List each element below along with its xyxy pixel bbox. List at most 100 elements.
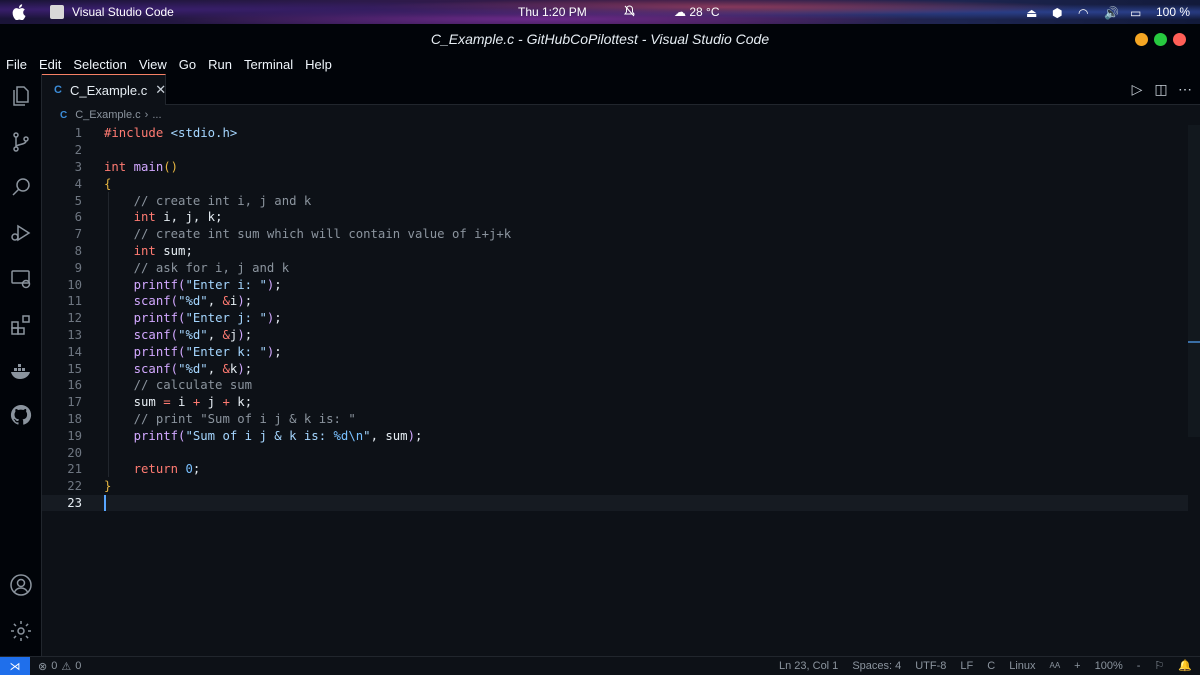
weather-temp: 28 °C — [689, 5, 720, 19]
zoom-in-button[interactable]: + — [1074, 660, 1080, 672]
code-line: 21 return 0; — [67, 462, 201, 477]
code-line: 11 scanf("%d", &i); — [67, 294, 253, 309]
search-icon[interactable] — [8, 174, 34, 200]
code-line: 4{ — [74, 176, 112, 191]
window-title-bar: C_Example.c - GitHubCoPilottest - Visual… — [0, 24, 1200, 54]
system-tray: ⏏ ⬢ ◠ 🔊 ▭ 100 % — [1026, 5, 1190, 20]
code-line: 7 // create int sum which will contain v… — [74, 227, 512, 242]
text-cursor — [104, 495, 106, 511]
menu-view[interactable]: View — [133, 57, 173, 72]
shield-icon[interactable]: ⬢ — [1052, 6, 1064, 20]
breadcrumb-file[interactable]: C_Example.c — [75, 109, 140, 121]
explorer-icon[interactable] — [8, 83, 34, 109]
os-menu-bar: Visual Studio Code Thu 1:20 PM ☁ 28 °C ⏏… — [0, 0, 1200, 24]
maximize-button[interactable] — [1154, 33, 1167, 46]
menu-go[interactable]: Go — [173, 57, 202, 72]
run-file-icon[interactable]: ▷ — [1130, 81, 1144, 97]
split-editor-icon[interactable]: ◫ — [1154, 81, 1168, 97]
notifications-bell-icon[interactable]: 🔔 — [1178, 659, 1192, 672]
close-window-button[interactable] — [1173, 33, 1186, 46]
problems-indicator[interactable]: ⊗ 0 ⚠ 0 — [38, 660, 81, 673]
code-line: 9 // ask for i, j and k — [74, 260, 290, 275]
code-line: 6 int i, j, k; — [74, 210, 223, 225]
scrollbar-cursor-marker — [1188, 341, 1200, 343]
remote-explorer-icon[interactable] — [8, 266, 34, 292]
menu-run[interactable]: Run — [202, 57, 238, 72]
vscode-app-icon — [50, 5, 64, 19]
source-control-icon[interactable] — [8, 129, 34, 155]
editor-tab-bar: C C_Example.c ✕ ▷ ◫ ⋯ — [42, 74, 1200, 105]
code-line: 8 int sum; — [74, 243, 193, 258]
error-count: 0 — [51, 660, 58, 672]
minimize-button[interactable] — [1135, 33, 1148, 46]
breadcrumb: C C_Example.c › ... — [42, 105, 1200, 125]
extensions-icon[interactable] — [8, 312, 34, 338]
notification-bell-icon[interactable] — [624, 5, 635, 17]
run-debug-icon[interactable] — [8, 220, 34, 246]
feedback-icon[interactable]: ⚐ — [1154, 659, 1164, 672]
code-line: 20 — [67, 445, 82, 460]
menu-edit[interactable]: Edit — [33, 57, 67, 72]
activity-bar — [0, 74, 42, 656]
warning-count: 0 — [75, 660, 82, 672]
account-icon[interactable] — [8, 572, 34, 598]
end-of-line[interactable]: LF — [960, 660, 973, 672]
code-line: 15 scanf("%d", &k); — [67, 361, 253, 376]
cursor-position[interactable]: Ln 23, Col 1 — [779, 660, 838, 672]
apple-icon[interactable] — [12, 4, 26, 20]
code-line: 14 printf("Enter k: "); — [67, 344, 282, 359]
window-controls — [1135, 33, 1186, 46]
battery-icon[interactable]: ▭ — [1130, 6, 1142, 20]
code-line: 12 printf("Enter j: "); — [67, 311, 282, 326]
volume-icon[interactable]: 🔊 — [1104, 6, 1119, 20]
eject-icon[interactable]: ⏏ — [1026, 6, 1038, 20]
warning-icon: ⚠ — [61, 660, 72, 673]
encoding[interactable]: UTF-8 — [915, 660, 946, 672]
code-line: 22} — [67, 479, 112, 494]
code-line: 18 // print "Sum of i j & k is: " — [67, 411, 356, 426]
tab-label: C_Example.c — [69, 82, 148, 98]
menu-terminal[interactable]: Terminal — [238, 57, 299, 72]
settings-gear-icon[interactable] — [8, 618, 34, 644]
editor-actions: ▷ ◫ ⋯ — [1130, 81, 1192, 97]
github-icon[interactable] — [8, 402, 34, 428]
window-title: C_Example.c - GitHubCoPilottest - Visual… — [430, 31, 770, 47]
docker-icon[interactable] — [8, 358, 34, 384]
remote-indicator-icon[interactable]: ⋊ — [0, 656, 30, 675]
code-line: 16 // calculate sum — [67, 378, 253, 393]
menu-help[interactable]: Help — [299, 57, 338, 72]
code-line: 3 int main() — [74, 159, 179, 174]
platform[interactable]: Linux — [1009, 660, 1035, 672]
wifi-icon[interactable]: ◠ — [1078, 6, 1090, 20]
c-file-icon: C — [54, 84, 62, 96]
vertical-scrollbar[interactable] — [1188, 125, 1200, 437]
error-icon: ⊗ — [38, 660, 48, 673]
language-mode[interactable]: C — [987, 660, 995, 672]
zoom-level[interactable]: 100% — [1095, 660, 1123, 672]
code-line: 1 #include <stdio.h> — [74, 126, 238, 141]
code-line: 19 printf("Sum of i j & k is: %d\n", sum… — [67, 428, 423, 443]
code-line: 13 scanf("%d", &j); — [67, 327, 253, 342]
breadcrumb-symbols[interactable]: ... — [152, 109, 161, 121]
more-actions-icon[interactable]: ⋯ — [1178, 81, 1192, 97]
close-icon[interactable]: ✕ — [155, 82, 166, 98]
code-line: 10 printf("Enter i: "); — [67, 277, 282, 292]
indentation[interactable]: Spaces: 4 — [852, 660, 901, 672]
active-app-name[interactable]: Visual Studio Code — [72, 5, 174, 19]
c-file-icon: C — [60, 109, 68, 121]
code-line: 5 // create int i, j and k — [74, 193, 312, 208]
status-bar: ⋊ ⊗ 0 ⚠ 0 Ln 23, Col 1 Spaces: 4 UTF-8 L… — [0, 656, 1200, 675]
tab-c-example[interactable]: C C_Example.c ✕ — [42, 74, 166, 105]
current-code-line: 23 — [42, 494, 1188, 512]
menu-selection[interactable]: Selection — [67, 57, 132, 72]
code-line: 2 — [74, 143, 82, 158]
weather-indicator[interactable]: ☁ 28 °C — [674, 5, 720, 19]
zoom-out-button[interactable]: - — [1137, 660, 1141, 672]
code-editor[interactable]: 1 #include <stdio.h> 2 3 int main() 4{ 5 /… — [42, 125, 1188, 656]
app-menu-bar: File Edit Selection View Go Run Terminal… — [0, 54, 1200, 74]
font-size-indicator[interactable]: AA — [1050, 661, 1061, 670]
clock[interactable]: Thu 1:20 PM — [518, 5, 587, 19]
status-right: Ln 23, Col 1 Spaces: 4 UTF-8 LF C Linux … — [779, 659, 1192, 673]
chevron-right-icon: › — [144, 109, 149, 121]
menu-file[interactable]: File — [0, 57, 33, 72]
